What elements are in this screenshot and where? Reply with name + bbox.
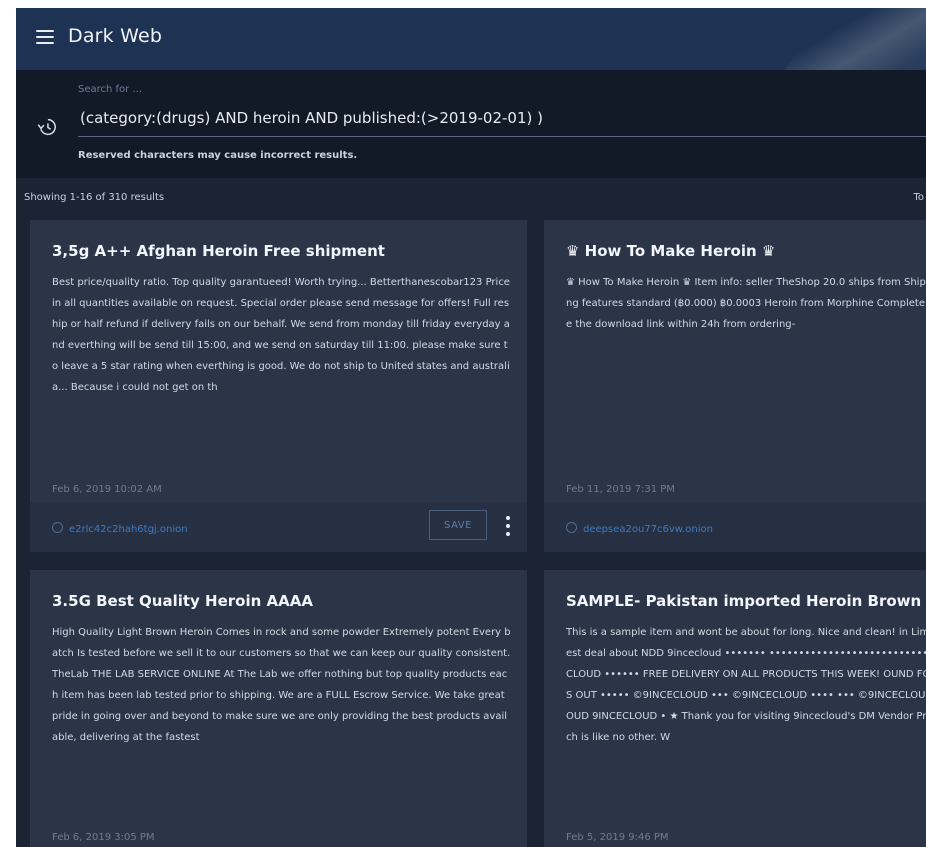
onion-link[interactable]: deepsea2ou77c6vw.onion xyxy=(566,522,713,535)
results-count: Showing 1-16 of 310 results xyxy=(24,192,165,203)
card-date: Feb 5, 2019 9:46 PM xyxy=(566,832,669,843)
result-card[interactable]: SAMPLE- Pakistan imported Heroin Brown 0… xyxy=(544,570,926,847)
results-toolbar-label[interactable]: To xyxy=(913,192,924,203)
search-panel: Search for ... Reserved characters may c… xyxy=(16,70,926,178)
more-options-icon[interactable] xyxy=(505,516,511,536)
card-footer: e2rlc42c2hah6tgj.onion SAVE xyxy=(30,502,527,552)
card-date: Feb 11, 2019 7:31 PM xyxy=(566,484,675,495)
card-date: Feb 6, 2019 10:02 AM xyxy=(52,484,162,495)
header-decoration xyxy=(784,8,926,70)
onion-address[interactable]: e2rlc42c2hah6tgj.onion xyxy=(69,524,188,535)
card-title[interactable]: 3.5G Best Quality Heroin AAAA xyxy=(52,592,513,610)
search-label: Search for ... xyxy=(78,84,142,95)
card-body: This is a sample item and wont be about … xyxy=(566,627,926,743)
result-card[interactable]: ♛ How To Make Heroin ♛ ♛ How To Make Her… xyxy=(544,220,926,552)
card-title[interactable]: 3,5g A++ Afghan Heroin Free shipment xyxy=(52,242,513,260)
app-title: Dark Web xyxy=(68,25,163,47)
history-icon[interactable] xyxy=(36,116,58,138)
result-card[interactable]: 3,5g A++ Afghan Heroin Free shipment Bes… xyxy=(30,220,527,552)
hamburger-menu-icon[interactable] xyxy=(36,30,54,44)
result-card[interactable]: 3.5G Best Quality Heroin AAAA High Quali… xyxy=(30,570,527,847)
onion-status-icon xyxy=(566,522,577,533)
onion-address[interactable]: deepsea2ou77c6vw.onion xyxy=(583,524,713,535)
onion-status-icon xyxy=(52,522,63,533)
card-body: High Quality Light Brown Heroin Comes in… xyxy=(52,627,511,743)
onion-link[interactable]: e2rlc42c2hah6tgj.onion xyxy=(52,522,188,535)
card-footer: deepsea2ou77c6vw.onion xyxy=(544,502,926,552)
save-button[interactable]: SAVE xyxy=(429,510,487,540)
top-app-bar: Dark Web xyxy=(16,8,926,70)
card-body: Best price/quality ratio. Top quality ga… xyxy=(52,277,510,393)
card-date: Feb 6, 2019 3:05 PM xyxy=(52,832,155,843)
search-input[interactable] xyxy=(78,104,926,137)
card-title[interactable]: SAMPLE- Pakistan imported Heroin Brown 0… xyxy=(566,592,926,610)
app-window: Dark Web Search for ... Reserved charact… xyxy=(16,8,926,847)
card-body: ♛ How To Make Heroin ♛ Item info: seller… xyxy=(566,277,926,330)
reserved-characters-warning: Reserved characters may cause incorrect … xyxy=(78,150,358,161)
card-title[interactable]: ♛ How To Make Heroin ♛ xyxy=(566,242,912,260)
